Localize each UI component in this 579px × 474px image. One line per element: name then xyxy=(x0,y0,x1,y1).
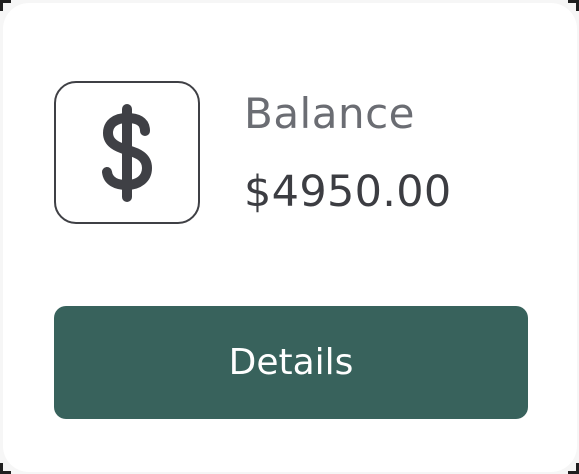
screen-corner-bottom-right xyxy=(568,463,579,474)
screen-corner-top-right xyxy=(568,0,579,11)
balance-amount: $4950.00 xyxy=(244,167,452,217)
dollar-icon-container xyxy=(54,81,200,224)
dollar-icon xyxy=(102,103,152,202)
details-button[interactable]: Details xyxy=(54,306,528,419)
balance-label: Balance xyxy=(244,89,416,138)
screen-corner-top-left xyxy=(0,0,11,11)
screen-corner-bottom-left xyxy=(0,463,11,474)
